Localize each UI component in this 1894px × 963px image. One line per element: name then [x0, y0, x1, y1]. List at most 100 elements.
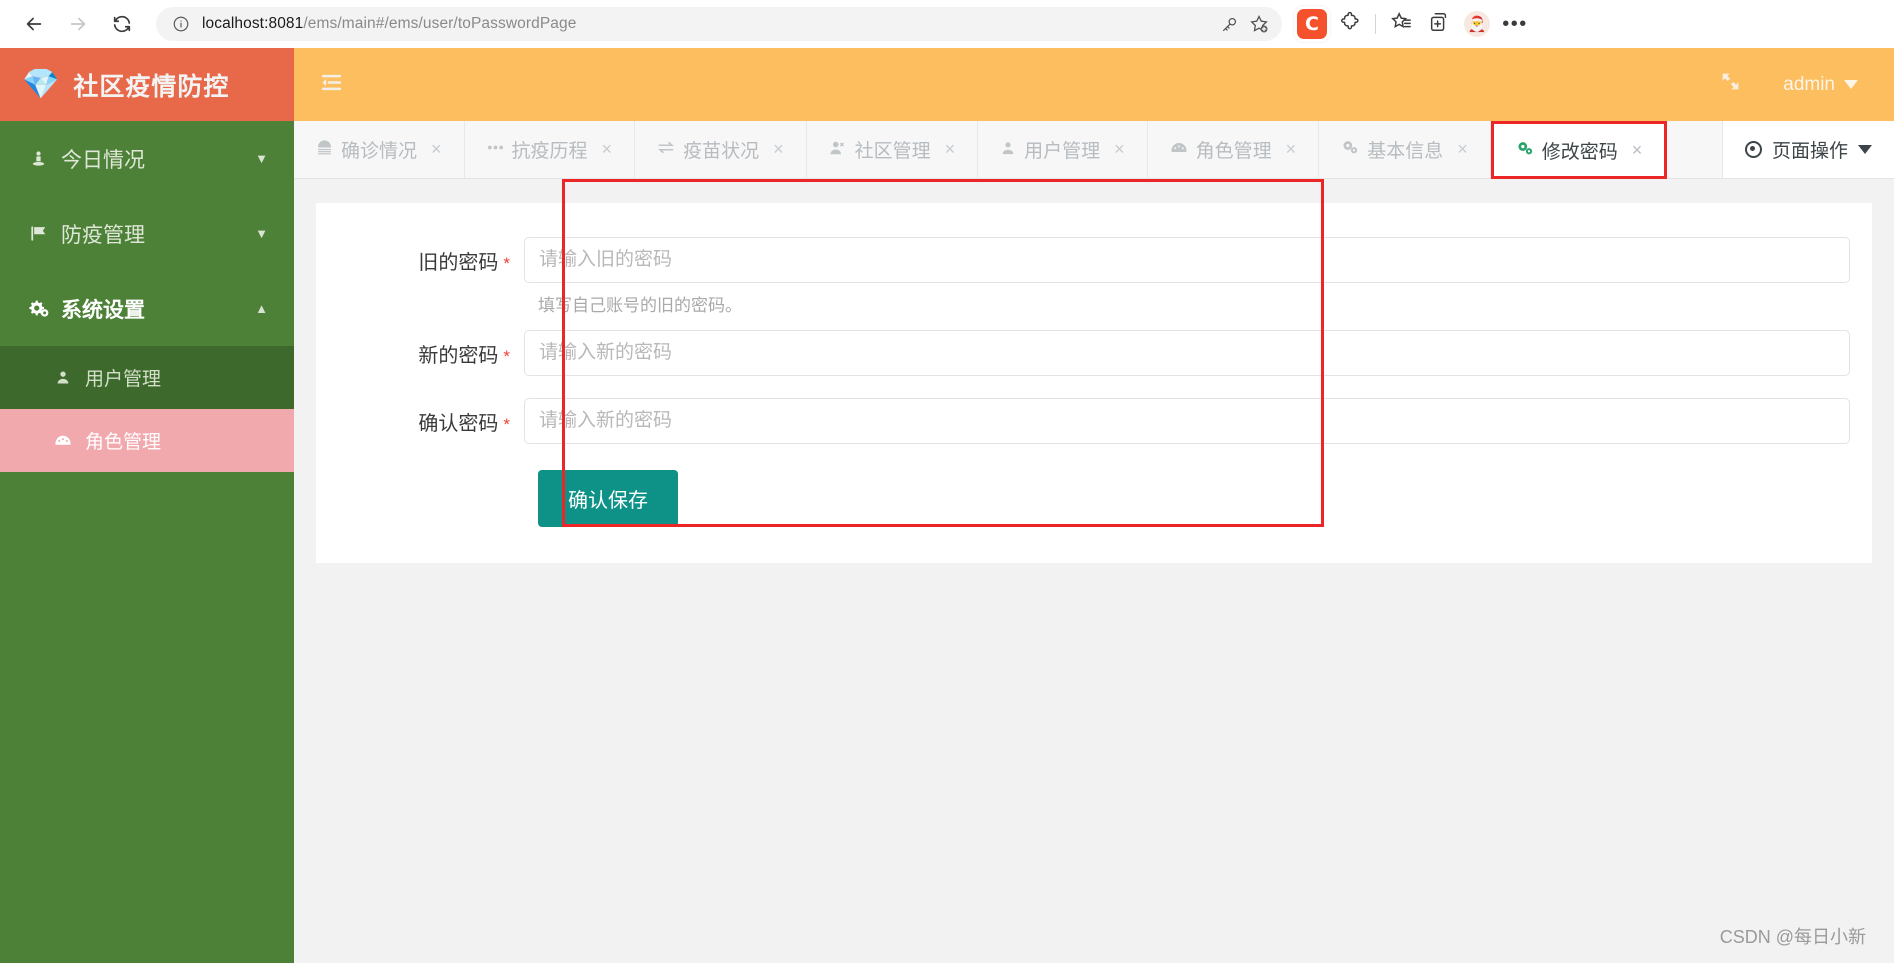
user-name: admin [1783, 73, 1835, 95]
label-text: 新的密码 [418, 344, 499, 367]
favorites-button[interactable] [1383, 6, 1419, 42]
tab-close-icon[interactable]: × [1114, 139, 1125, 160]
content-area: 旧的密码* 填写自己账号的旧的密码。 新的密码* 确认密码* [294, 179, 1894, 963]
required-marker: * [503, 253, 510, 273]
tab-close-icon[interactable]: × [1457, 139, 1468, 160]
extensions-button[interactable] [1332, 6, 1368, 42]
tab-label: 抗疫历程 [511, 141, 588, 162]
new-password-input[interactable] [524, 330, 1850, 376]
tab-label: 疫苗状况 [683, 141, 760, 162]
app-title: 社区疫情防控 [73, 72, 230, 101]
user-times-icon [829, 140, 847, 160]
chevron-down-icon [1844, 80, 1858, 89]
sidebar-item-settings[interactable]: 系统设置 ▲ [0, 271, 294, 346]
target-dot-icon [1744, 141, 1762, 158]
more-options-button[interactable]: ••• [1497, 6, 1533, 42]
back-button[interactable] [14, 4, 54, 44]
watermark: CSDN @每日小新 [1719, 927, 1866, 947]
address-bar[interactable]: localhost:8081/ems/main#/ems/user/toPass… [156, 7, 1282, 41]
label-text: 旧的密码 [418, 251, 499, 274]
dashboard-icon [52, 432, 74, 450]
app-body: 今日情况 ▼ 防疫管理 ▼ 系统设置 ▲ 用户管理 角色管理 确诊情况 × 抗疫… [0, 121, 1894, 963]
confirm-password-input[interactable] [524, 398, 1850, 444]
exchange-icon [657, 140, 675, 160]
confirm-password-label: 确认密码 * [316, 407, 524, 436]
tab-close-icon[interactable]: × [773, 139, 784, 160]
tab-close-icon[interactable]: × [945, 139, 956, 160]
tab-role-management[interactable]: 角色管理 × [1147, 121, 1320, 178]
collections-icon [1428, 11, 1450, 38]
flag-icon [26, 224, 50, 243]
app-logo[interactable]: 💎 社区疫情防控 [0, 48, 294, 121]
password-form-panel: 旧的密码* 填写自己账号的旧的密码。 新的密码* 确认密码* [316, 203, 1872, 563]
sidebar-item-label: 今日情况 [61, 148, 145, 172]
collections-button[interactable] [1421, 6, 1457, 42]
tab-close-icon[interactable]: × [602, 139, 613, 160]
profile-button[interactable]: 🎅 [1459, 6, 1495, 42]
tab-confirmed-cases[interactable]: 确诊情况 × [294, 121, 465, 178]
main-content: 确诊情况 × 抗疫历程 × 疫苗状况 × 社区管理 × 用户管理 × 角色管理 … [294, 121, 1894, 963]
gears-icon [26, 298, 50, 319]
profile-avatar-icon: 🎅 [1464, 11, 1490, 37]
old-password-help-text: 填写自己账号的旧的密码。 [538, 296, 742, 315]
browser-toolbar-right: C 🎅 ••• [1294, 6, 1533, 42]
key-icon[interactable] [1214, 9, 1244, 39]
fullscreen-icon[interactable] [1720, 71, 1741, 98]
reload-button[interactable] [102, 4, 142, 44]
tab-label: 修改密码 [1541, 141, 1618, 163]
tab-close-icon[interactable]: × [1286, 139, 1297, 160]
tab-label: 基本信息 [1367, 141, 1444, 162]
old-password-input[interactable] [524, 237, 1850, 283]
save-button[interactable]: 确认保存 [538, 470, 678, 527]
signal-icon [487, 140, 504, 160]
gears-icon [1341, 139, 1359, 160]
sidebar-item-user-management[interactable]: 用户管理 [0, 346, 294, 409]
old-password-label: 旧的密码 * [316, 246, 524, 275]
extension-badge-icon: C [1297, 9, 1327, 39]
sidebar: 今日情况 ▼ 防疫管理 ▼ 系统设置 ▲ 用户管理 角色管理 [0, 121, 294, 963]
form-row-confirm-password: 确认密码 * [316, 398, 1872, 444]
label-text: 确认密码 [418, 412, 499, 435]
forward-button[interactable] [58, 4, 98, 44]
new-password-label: 新的密码 * [316, 339, 524, 368]
top-bar: admin [294, 48, 1894, 121]
menu-collapse-icon[interactable] [320, 71, 343, 98]
tab-user-management[interactable]: 用户管理 × [978, 121, 1148, 178]
toolbar-divider [1375, 14, 1376, 34]
sidebar-item-prevention[interactable]: 防疫管理 ▼ [0, 196, 294, 271]
user-menu[interactable]: admin [1783, 74, 1858, 96]
chevron-up-icon: ▲ [255, 301, 268, 316]
form-row-new-password: 新的密码 * [316, 330, 1872, 376]
sidebar-item-role-management[interactable]: 角色管理 [0, 409, 294, 472]
tab-change-password[interactable]: 修改密码 × [1490, 121, 1668, 179]
application-window: 💎 社区疫情防控 admin 今日情况 ▼ 防疫管理 ▼ 系统设置 ▲ 用户管理… [0, 48, 1894, 963]
diamond-gem-icon: 💎 [22, 67, 60, 101]
back-arrow-icon [23, 13, 45, 35]
page-actions-dropdown[interactable]: 页面操作 [1721, 121, 1894, 178]
chevron-down-icon: ▼ [255, 226, 268, 241]
sidebar-item-today[interactable]: 今日情况 ▼ [0, 121, 294, 196]
tab-community-management[interactable]: 社区管理 × [806, 121, 979, 178]
sidebar-subitem-label: 用户管理 [85, 369, 162, 390]
extension-c-button[interactable]: C [1294, 6, 1330, 42]
info-circle-icon[interactable] [170, 13, 192, 35]
sidebar-item-label: 系统设置 [61, 298, 145, 322]
tab-anti-epidemic-history[interactable]: 抗疫历程 × [464, 121, 636, 178]
favorites-list-icon [1390, 11, 1412, 38]
app-header: 💎 社区疫情防控 admin [0, 48, 1894, 121]
required-marker: * [503, 346, 510, 366]
tab-close-icon[interactable]: × [431, 139, 442, 160]
url-text: localhost:8081/ems/main#/ems/user/toPass… [202, 15, 1214, 33]
sidebar-subitem-label: 角色管理 [85, 432, 162, 453]
tab-label: 用户管理 [1024, 141, 1101, 162]
sidebar-item-label: 防疫管理 [61, 223, 145, 247]
tab-close-icon[interactable]: × [1632, 140, 1643, 161]
tab-basic-info[interactable]: 基本信息 × [1319, 121, 1491, 178]
chevron-down-icon: ▼ [255, 151, 268, 166]
star-plus-icon[interactable] [1244, 9, 1274, 39]
url-path: /ems/main#/ems/user/toPasswordPage [303, 15, 577, 32]
tab-vaccine-status[interactable]: 疫苗状况 × [635, 121, 807, 178]
gears-green-icon [1516, 140, 1534, 161]
user-icon [52, 369, 74, 386]
required-marker: * [503, 414, 510, 434]
